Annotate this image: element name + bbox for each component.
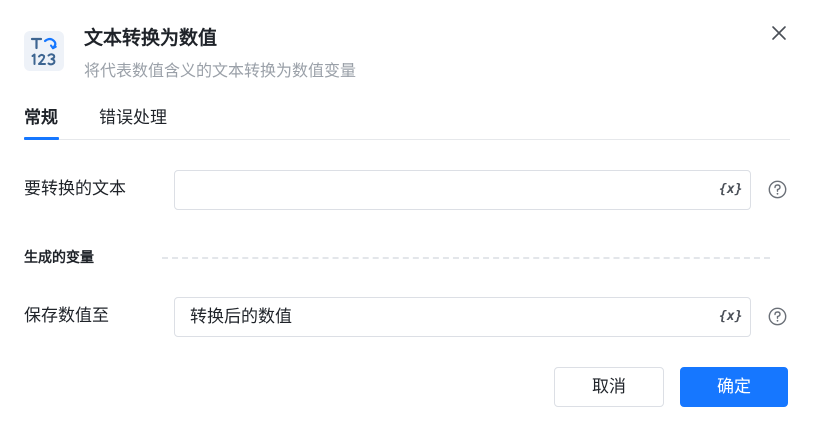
section-divider <box>162 257 770 259</box>
ok-button[interactable]: 确定 <box>680 367 788 407</box>
cancel-button[interactable]: 取消 <box>554 367 664 407</box>
text-to-number-icon <box>24 31 64 71</box>
active-tab-indicator <box>24 137 59 140</box>
save-to-field[interactable]: 转换后的数值 {x} <box>174 297 751 337</box>
tab-error-handling-label: 错误处理 <box>99 108 167 128</box>
input-text-label: 要转换的文本 <box>24 179 126 199</box>
save-to-help-icon[interactable] <box>768 307 787 326</box>
tab-bar: 常规 错误处理 <box>24 102 790 140</box>
input-text-field[interactable]: {x} <box>174 170 751 210</box>
save-to-value: 转换后的数值 <box>190 307 292 327</box>
insert-variable-icon[interactable]: {x} <box>719 180 742 200</box>
dialog-title: 文本转换为数值 <box>84 27 218 49</box>
output-section-label: 生成的变量 <box>24 250 94 266</box>
tab-error-handling[interactable]: 错误处理 <box>99 106 167 130</box>
question-circle-icon <box>768 307 787 326</box>
tab-general-label: 常规 <box>24 108 58 128</box>
text-to-number-dialog: 文本转换为数值 将代表数值含义的文本转换为数值变量 常规 错误处理 要转换的文本… <box>0 0 813 432</box>
save-to-label: 保存数值至 <box>24 306 109 326</box>
close-button[interactable] <box>768 22 790 44</box>
tab-general[interactable]: 常规 <box>24 106 58 130</box>
input-text-help-icon[interactable] <box>768 180 787 199</box>
text-to-number-icon-graphic <box>30 37 57 66</box>
dialog-subtitle: 将代表数值含义的文本转换为数值变量 <box>84 61 357 80</box>
question-circle-icon <box>768 180 787 199</box>
close-icon <box>772 26 786 40</box>
insert-variable-icon[interactable]: {x} <box>719 307 742 327</box>
